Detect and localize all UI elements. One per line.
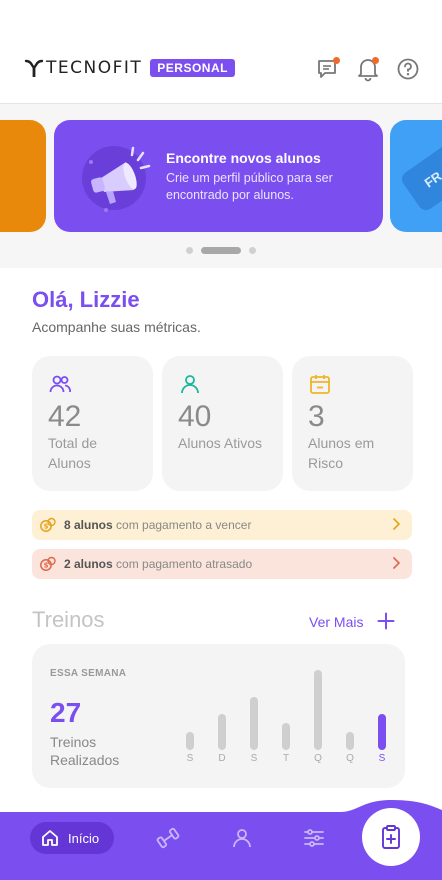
dumbbell-icon[interactable] (156, 826, 180, 850)
bar-day-label: Q (346, 753, 354, 764)
payment-late-alert[interactable]: $ 2 alunos com pagamento atrasado (32, 549, 412, 579)
metric-value: 42 (48, 400, 82, 433)
metric-card-risk[interactable]: 3 Alunos em Risco (292, 356, 413, 491)
carousel-dot[interactable] (186, 247, 193, 254)
chat-notification-dot (333, 57, 340, 64)
brand-logo: TECNOFIT PERSONAL (24, 58, 235, 78)
bar-day-label: S (186, 753, 194, 764)
bar (314, 670, 322, 750)
metric-card-active[interactable]: 40 Alunos Ativos (162, 356, 283, 491)
workouts-count: 27 (50, 697, 82, 728)
weekly-bar-chart: SDSTQQS (182, 660, 390, 764)
see-more-link[interactable]: Ver Mais (309, 614, 363, 630)
app-header: TECNOFIT PERSONAL (0, 0, 442, 104)
bar-column: Q (314, 660, 322, 764)
metric-label: Total de Alunos (48, 435, 98, 471)
coins-icon: $ (40, 517, 56, 532)
user-icon (181, 375, 199, 394)
greeting-subtitle: Acompanhe suas métricas. (32, 319, 201, 335)
bar-column: S (186, 660, 194, 764)
coins-icon: $ (40, 556, 56, 571)
alert-message: com pagamento atrasado (116, 557, 253, 571)
payment-due-alert[interactable]: $ 8 alunos com pagamento a vencer (32, 510, 412, 540)
megaphone-icon (82, 146, 151, 212)
home-icon (42, 830, 58, 846)
chevron-right-icon (393, 557, 400, 569)
bar (186, 732, 194, 750)
clipboard-add-icon (382, 825, 400, 849)
bar-column: S (250, 660, 258, 764)
metric-value: 40 (178, 400, 212, 433)
carousel-slide-next[interactable]: FR (390, 120, 442, 232)
carousel-slide-active[interactable]: Encontre novos alunos Crie um perfil púb… (54, 120, 383, 232)
bar (282, 723, 290, 750)
week-period-label: ESSA SEMANA (50, 668, 127, 679)
metric-card-total[interactable]: 42 Total de Alunos (32, 356, 153, 491)
bar (250, 697, 258, 750)
bar-column: D (218, 660, 226, 764)
weekly-workouts-card[interactable]: ESSA SEMANA 27 Treinos Realizados S D S T Q Q… (32, 644, 405, 788)
bar-day-label: S (378, 753, 386, 764)
promo-carousel[interactable]: Encontre novos alunos Crie um perfil púb… (0, 104, 442, 268)
calendar-minus-icon (310, 375, 330, 394)
sliders-icon[interactable] (302, 826, 326, 850)
bar-day-label: T (282, 753, 290, 764)
alert-text: 2 alunos com pagamento atrasado (64, 557, 252, 571)
next-slide-graphic: FR (398, 142, 442, 214)
alert-message: com pagamento a vencer (116, 518, 252, 532)
tecnofit-logo-icon (24, 59, 44, 77)
metric-value: 3 (308, 400, 325, 433)
nav-home-label: Início (68, 830, 100, 846)
metric-label: Alunos em Risco (308, 435, 375, 471)
alert-count: 8 alunos (64, 518, 113, 532)
brand-name: TECNOFIT (46, 58, 143, 78)
metric-label: Alunos Ativos (178, 435, 263, 451)
profile-icon[interactable] (230, 826, 254, 850)
plus-icon[interactable] (377, 612, 395, 630)
bar-column: Q (346, 660, 354, 764)
carousel-slide-previous[interactable] (0, 120, 46, 232)
bottom-navigation: Início (0, 800, 442, 880)
bar-day-label: Q (314, 753, 322, 764)
carousel-dot-active[interactable] (201, 247, 241, 254)
next-slide-peek-text: FR (421, 168, 442, 191)
greeting-title: Olá, Lizzie (32, 287, 140, 312)
help-icon[interactable] (395, 56, 421, 82)
bar-day-label: S (250, 753, 258, 764)
alert-count: 2 alunos (64, 557, 113, 571)
bar-day-label: D (218, 753, 226, 764)
users-icon (49, 375, 71, 393)
nav-home[interactable]: Início (30, 822, 114, 854)
bar (378, 714, 386, 750)
bar (218, 714, 226, 750)
brand-badge: PERSONAL (150, 59, 235, 77)
bar-column: T (282, 660, 290, 764)
treinos-section-title: Treinos (32, 607, 105, 632)
chevron-right-icon (393, 518, 400, 530)
workouts-description: Treinos Realizados (50, 734, 120, 768)
carousel-slide-description: Crie um perfil público para ser encontra… (166, 171, 333, 202)
carousel-pagination (0, 247, 442, 254)
bar (346, 732, 354, 750)
carousel-slide-title: Encontre novos alunos (166, 150, 321, 166)
carousel-dot[interactable] (249, 247, 256, 254)
add-workout-button[interactable] (362, 808, 420, 866)
bell-notification-dot (372, 57, 379, 64)
bar-column: S (378, 660, 386, 764)
alert-text: 8 alunos com pagamento a vencer (64, 518, 251, 532)
